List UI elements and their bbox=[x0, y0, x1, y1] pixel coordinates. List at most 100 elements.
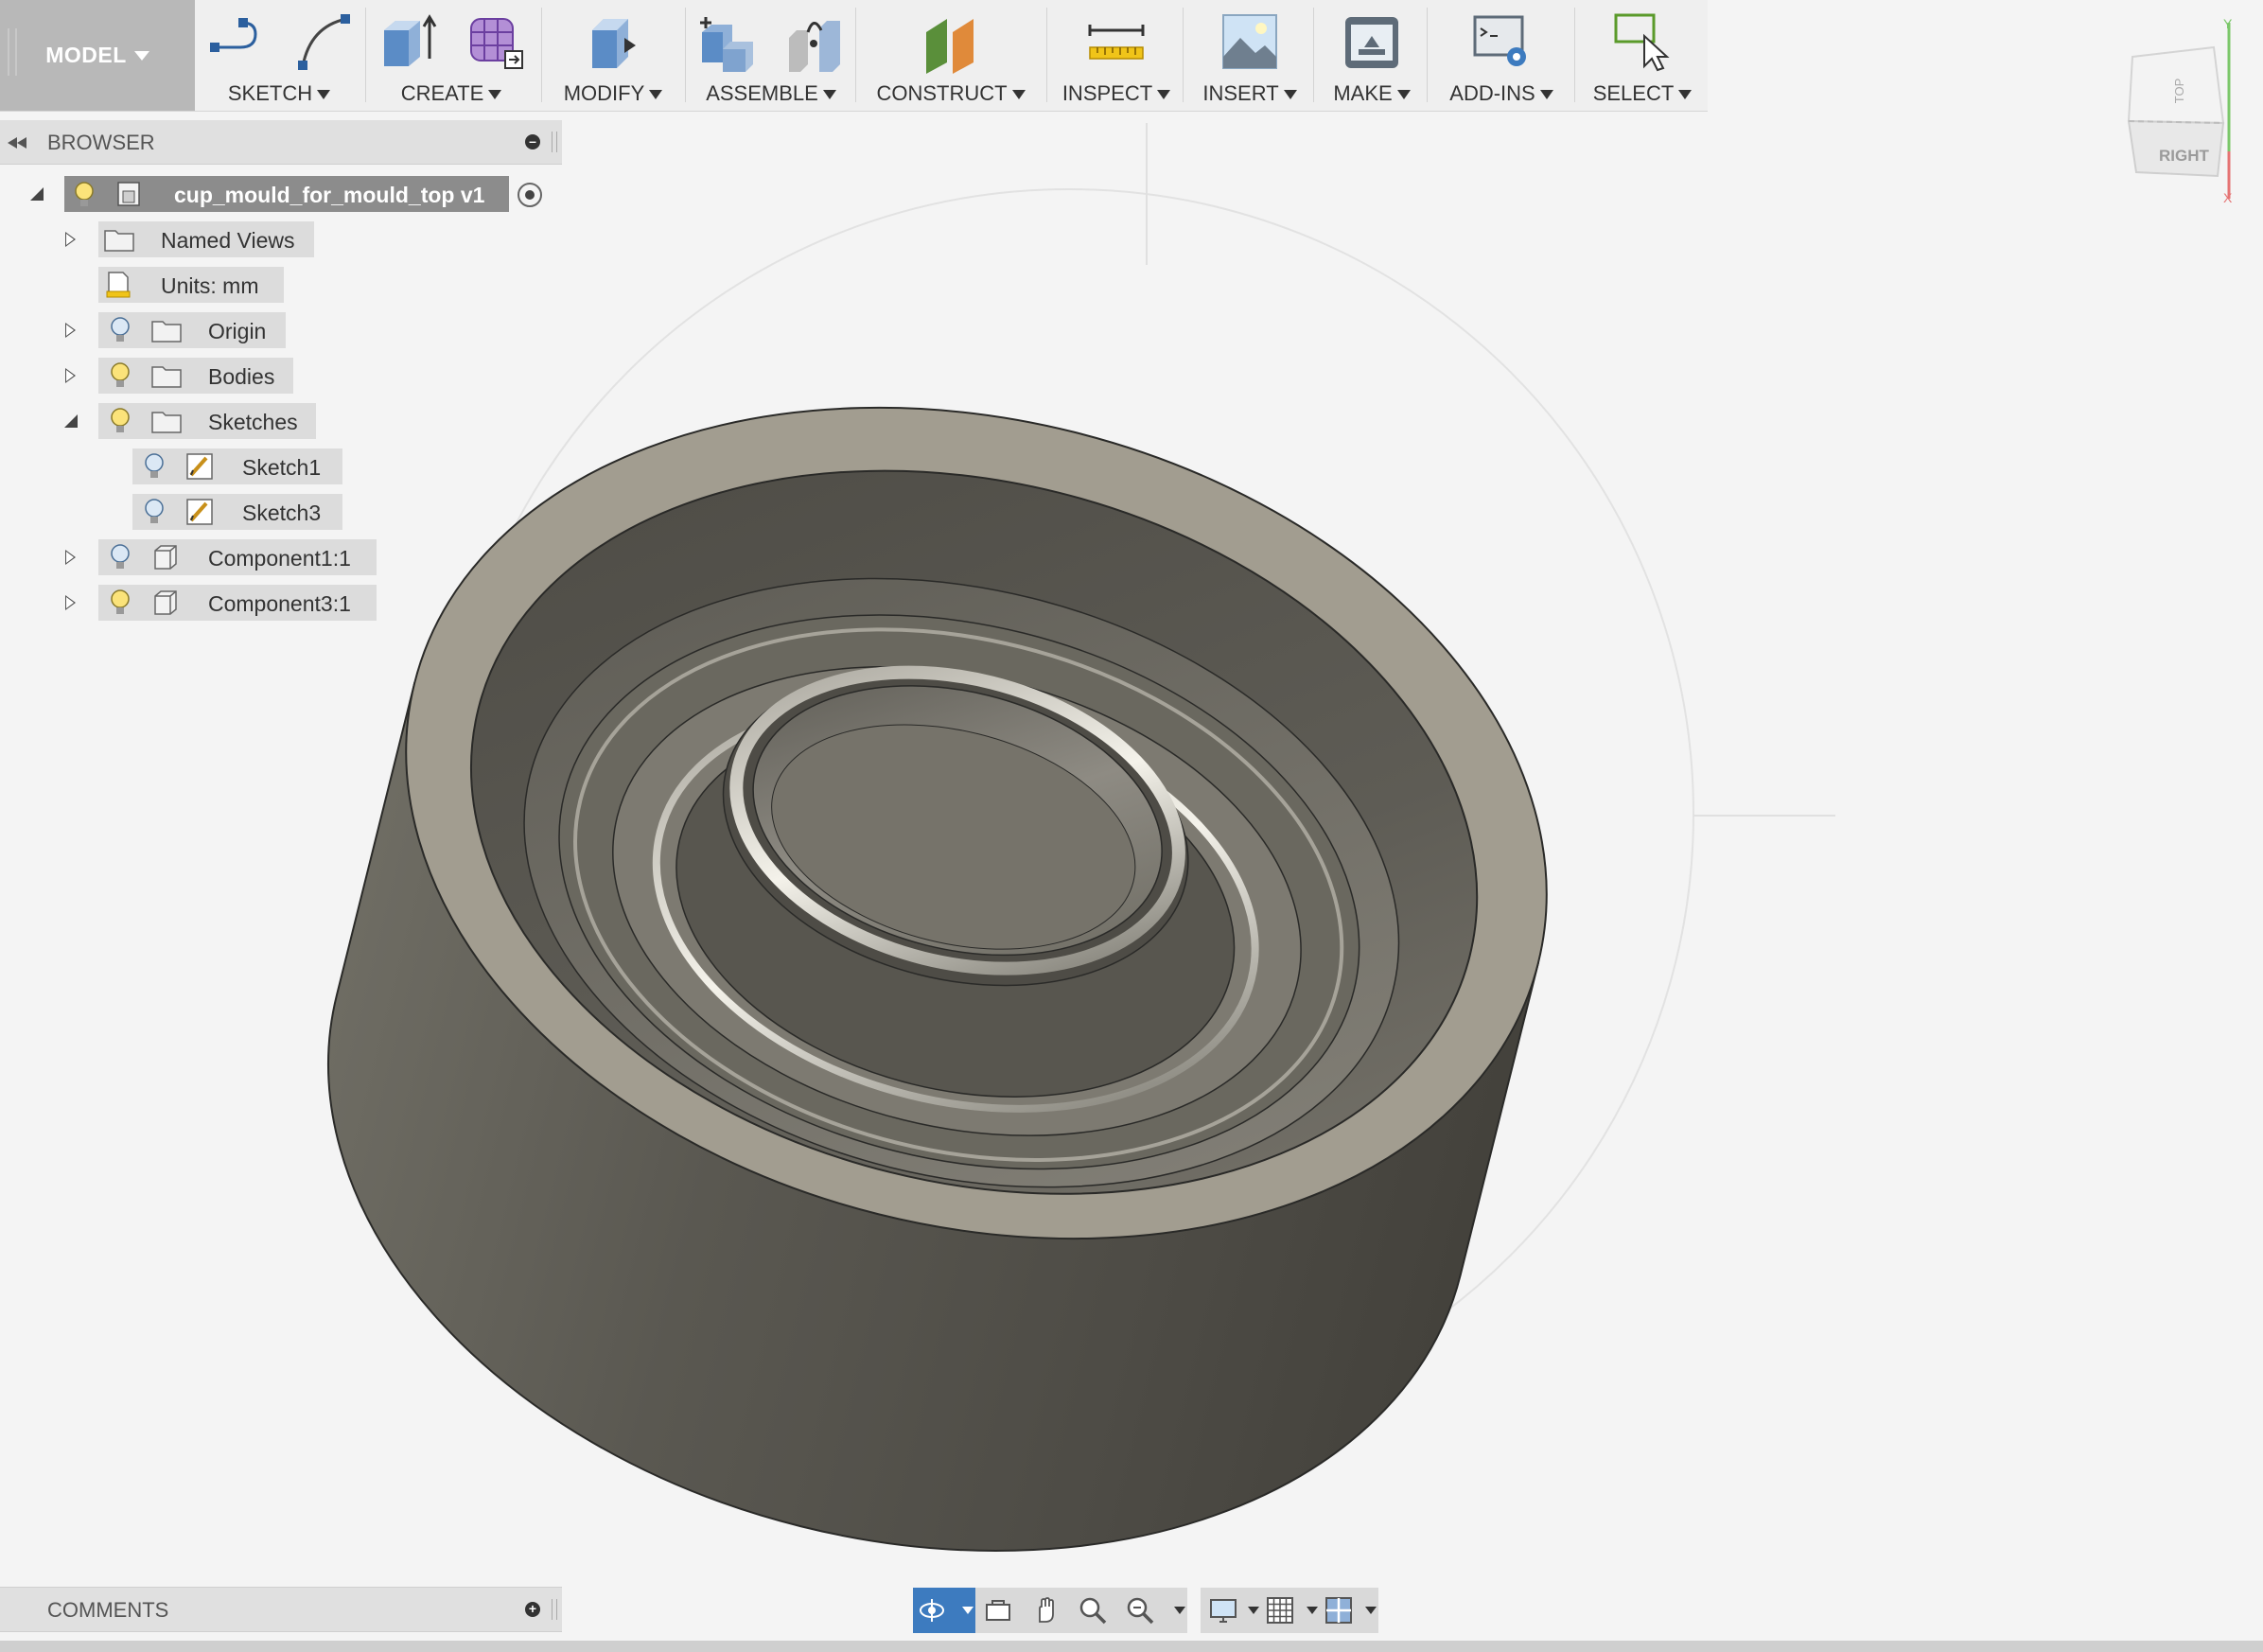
activate-radio-icon[interactable] bbox=[517, 182, 543, 208]
construct-menu-label: CONSTRUCT bbox=[876, 81, 1008, 105]
panel-grip[interactable] bbox=[552, 132, 557, 152]
extrude-icon[interactable] bbox=[375, 9, 439, 74]
browser-item-origin[interactable]: Origin bbox=[0, 312, 562, 348]
assemble-menu[interactable]: ASSEMBLE bbox=[691, 0, 851, 111]
chevron-down-icon bbox=[1011, 90, 1026, 100]
scripts-icon[interactable] bbox=[1469, 9, 1534, 74]
chevron-down-icon[interactable] bbox=[962, 1607, 974, 1614]
add-ins-menu[interactable]: ADD-INS bbox=[1430, 0, 1572, 111]
item-label: Component3:1 bbox=[208, 591, 351, 616]
toolbar: MODEL SKETCH CREATE MODIFY ASSEMBLE CONS… bbox=[0, 0, 1708, 112]
divider bbox=[1313, 8, 1314, 102]
toolbar-grip[interactable] bbox=[8, 28, 17, 76]
minimize-icon[interactable]: – bbox=[525, 134, 540, 149]
expand-toggle-icon[interactable] bbox=[65, 232, 76, 247]
browser-item-bodies[interactable]: Bodies bbox=[0, 358, 562, 394]
folder-icon bbox=[151, 321, 182, 343]
viewports-icon[interactable] bbox=[1324, 1595, 1354, 1626]
create-menu[interactable]: CREATE bbox=[371, 0, 532, 111]
browser-panel-header: BROWSER – bbox=[0, 120, 562, 165]
chevron-down-icon bbox=[1539, 90, 1553, 100]
construct-menu[interactable]: CONSTRUCT bbox=[861, 0, 1041, 111]
measure-icon[interactable] bbox=[1084, 9, 1149, 74]
chevron-down-icon bbox=[822, 90, 836, 100]
cube-top-label: TOP bbox=[2172, 79, 2186, 104]
browser-item-sketch3[interactable]: Sketch3 bbox=[0, 494, 562, 530]
browser-title: BROWSER bbox=[47, 131, 155, 154]
insert-menu[interactable]: INSERT bbox=[1186, 0, 1313, 111]
visibility-bulb-icon[interactable] bbox=[110, 543, 131, 571]
item-label: Sketch1 bbox=[242, 455, 322, 480]
browser-item-named-views[interactable]: Named Views bbox=[0, 221, 562, 257]
grid-icon[interactable] bbox=[1265, 1595, 1295, 1626]
visibility-bulb-icon[interactable] bbox=[144, 498, 165, 526]
browser-item-sketches[interactable]: Sketches bbox=[0, 403, 562, 439]
component-icon bbox=[154, 545, 177, 570]
make-menu[interactable]: MAKE bbox=[1317, 0, 1427, 111]
fit-zoom-icon[interactable] bbox=[1125, 1595, 1155, 1626]
chevron-down-icon[interactable] bbox=[1174, 1607, 1185, 1614]
browser-item-units[interactable]: Units: mm bbox=[0, 267, 562, 303]
press-pull-icon[interactable] bbox=[581, 9, 645, 74]
divider bbox=[685, 8, 686, 102]
visibility-bulb-icon[interactable] bbox=[110, 316, 131, 344]
insert-image-icon[interactable] bbox=[1218, 9, 1282, 74]
root-label: cup_mould_for_mould_top v1 bbox=[174, 183, 485, 207]
sketch-icon bbox=[186, 499, 213, 525]
browser-root-item[interactable]: cup_mould_for_mould_top v1 bbox=[0, 176, 562, 212]
comments-title: COMMENTS bbox=[47, 1598, 169, 1622]
collapse-panel-icon[interactable] bbox=[8, 137, 28, 149]
visibility-bulb-icon[interactable] bbox=[110, 589, 131, 617]
select-menu[interactable]: SELECT bbox=[1578, 0, 1707, 111]
display-settings-icon[interactable] bbox=[1208, 1595, 1238, 1626]
expand-toggle-icon[interactable] bbox=[65, 323, 76, 338]
folder-icon bbox=[151, 366, 182, 388]
browser-item-component3[interactable]: Component3:1 bbox=[0, 585, 562, 621]
arc-icon[interactable] bbox=[291, 9, 356, 74]
look-at-icon[interactable] bbox=[983, 1595, 1013, 1626]
chevron-down-icon[interactable] bbox=[1365, 1607, 1377, 1614]
expand-toggle-icon[interactable] bbox=[65, 550, 76, 565]
browser-item-sketch1[interactable]: Sketch1 bbox=[0, 448, 562, 484]
insert-menu-label: INSERT bbox=[1202, 81, 1279, 105]
workspace-switcher-button[interactable]: MODEL bbox=[0, 0, 195, 111]
expand-toggle-icon[interactable] bbox=[64, 414, 78, 428]
nav-group-display bbox=[1201, 1588, 1378, 1633]
form-icon[interactable] bbox=[464, 9, 528, 74]
select-icon[interactable] bbox=[1610, 9, 1675, 74]
zoom-icon[interactable] bbox=[1078, 1595, 1108, 1626]
cube-right-label: RIGHT bbox=[2159, 147, 2210, 165]
3d-print-icon[interactable] bbox=[1340, 9, 1404, 74]
comments-panel[interactable]: COMMENTS + bbox=[0, 1587, 562, 1632]
modify-menu[interactable]: MODIFY bbox=[547, 0, 679, 111]
orbit-button[interactable] bbox=[913, 1588, 975, 1633]
create-menu-label: CREATE bbox=[400, 81, 484, 105]
visibility-bulb-icon[interactable] bbox=[110, 407, 131, 435]
visibility-bulb-icon[interactable] bbox=[74, 181, 95, 209]
chevron-down-icon[interactable] bbox=[1307, 1607, 1318, 1614]
inspect-menu[interactable]: INSPECT bbox=[1052, 0, 1181, 111]
joint-icon[interactable] bbox=[783, 9, 848, 74]
sketch-menu[interactable]: SKETCH bbox=[199, 0, 360, 111]
visibility-bulb-icon[interactable] bbox=[110, 361, 131, 390]
chevron-down-icon bbox=[317, 90, 331, 100]
viewcube[interactable]: Y X TOP RIGHT bbox=[2110, 9, 2261, 208]
panel-grip[interactable] bbox=[552, 1599, 557, 1620]
sketch-icon bbox=[186, 453, 213, 480]
divider bbox=[1427, 8, 1428, 102]
pan-icon[interactable] bbox=[1030, 1595, 1061, 1626]
offset-plane-icon[interactable] bbox=[919, 9, 983, 74]
new-component-icon[interactable] bbox=[694, 9, 759, 74]
add-comment-icon[interactable]: + bbox=[525, 1602, 540, 1617]
browser-item-component1[interactable]: Component1:1 bbox=[0, 539, 562, 575]
visibility-bulb-icon[interactable] bbox=[144, 452, 165, 481]
expand-toggle-icon[interactable] bbox=[30, 187, 44, 201]
line-icon[interactable] bbox=[202, 9, 267, 74]
chevron-down-icon[interactable] bbox=[1248, 1607, 1259, 1614]
expand-toggle-icon[interactable] bbox=[65, 368, 76, 383]
item-label: Component1:1 bbox=[208, 546, 351, 571]
divider bbox=[1183, 8, 1184, 102]
modify-menu-label: MODIFY bbox=[563, 81, 645, 105]
select-menu-label: SELECT bbox=[1592, 81, 1675, 105]
expand-toggle-icon[interactable] bbox=[65, 595, 76, 610]
